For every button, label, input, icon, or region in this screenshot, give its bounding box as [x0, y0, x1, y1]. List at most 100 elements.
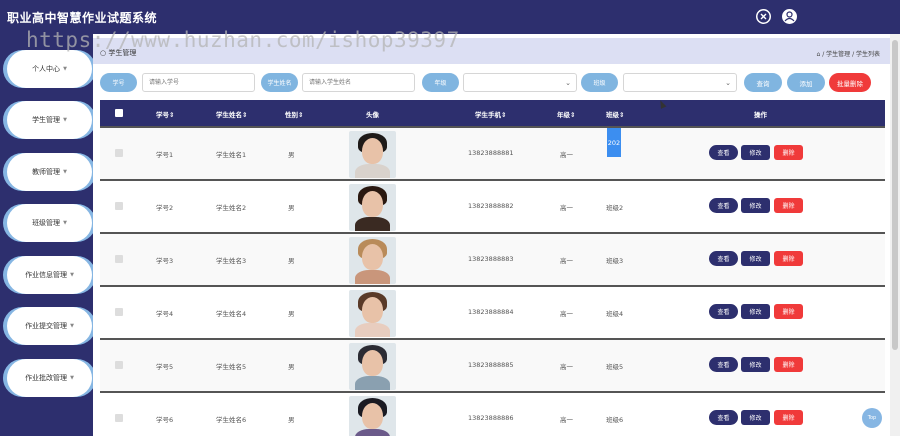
- sidebar-item-label: 个人中心: [32, 65, 61, 73]
- header-name[interactable]: 学生姓名⇕: [216, 109, 247, 119]
- gender-cell: 男: [288, 151, 295, 159]
- avatar: [349, 184, 396, 231]
- sidebar-item-label: 班级管理: [32, 219, 61, 227]
- phone-cell: 13823888886: [468, 414, 514, 422]
- sidebar-item-classes[interactable]: 班级管理 ▼: [7, 204, 92, 242]
- delete-button[interactable]: 删除: [774, 410, 803, 425]
- table-row: 学号6 学生姓名6 男 13823888886 高一 班级6 查看 修改 删除: [100, 391, 885, 436]
- header-grade[interactable]: 年级⇕: [557, 109, 575, 119]
- row-checkbox[interactable]: [115, 414, 123, 422]
- edit-button[interactable]: 修改: [741, 198, 770, 213]
- student-no-cell: 学号6: [156, 416, 174, 424]
- table-header: 学号⇕ 学生姓名⇕ 性别⇕ 头像 学生手机⇕ 年级⇕ 班级⇕ 操作: [100, 100, 885, 126]
- chevron-down-icon: ▼: [63, 220, 67, 226]
- delete-button[interactable]: 删除: [774, 304, 803, 319]
- user-icon[interactable]: [782, 9, 797, 24]
- avatar: [349, 343, 396, 390]
- table-row: 学号4 学生姓名4 男 13823888884 高一 班级4 查看 修改 删除: [100, 285, 885, 338]
- phone-cell: 13823888882: [468, 202, 514, 210]
- sidebar-item-personal[interactable]: 个人中心 ▼: [7, 50, 92, 88]
- sidebar-item-label: 教师管理: [32, 168, 61, 176]
- batch-delete-button[interactable]: 批量删除: [829, 73, 871, 92]
- edit-button[interactable]: 修改: [741, 251, 770, 266]
- class-cell: 班级5: [606, 363, 624, 371]
- breadcrumb: ○ 学生管理 ⌂ / 学生管理 / 学生列表: [93, 38, 890, 64]
- chevron-down-icon: ▼: [70, 323, 74, 329]
- view-button[interactable]: 查看: [709, 198, 738, 213]
- app-title: 职业高中智慧作业试题系统: [7, 11, 158, 25]
- sidebar-item-teachers[interactable]: 教师管理 ▼: [7, 153, 92, 191]
- view-button[interactable]: 查看: [709, 410, 738, 425]
- table-row: 学号1 学生姓名1 男 13823888881 高一 202 查看 修改 删除: [100, 126, 885, 179]
- view-button[interactable]: 查看: [709, 251, 738, 266]
- student-no-cell: 学号1: [156, 151, 174, 159]
- delete-button[interactable]: 删除: [774, 251, 803, 266]
- class-cell-selected[interactable]: 202: [607, 128, 621, 157]
- student-name-input[interactable]: [302, 73, 415, 92]
- delete-button[interactable]: 删除: [774, 357, 803, 372]
- student-no-cell: 学号3: [156, 257, 174, 265]
- scrollbar-thumb[interactable]: [892, 40, 898, 350]
- breadcrumb-path: ⌂ / 学生管理 / 学生列表: [816, 51, 881, 58]
- student-no-cell: 学号4: [156, 310, 174, 318]
- sidebar-item-homework-grading[interactable]: 作业批改管理 ▼: [7, 359, 92, 397]
- phone-cell: 13823888881: [468, 149, 514, 157]
- gender-cell: 男: [288, 363, 295, 371]
- sidebar-item-homework-submit[interactable]: 作业提交管理 ▼: [7, 307, 92, 345]
- view-button[interactable]: 查看: [709, 357, 738, 372]
- row-checkbox[interactable]: [115, 308, 123, 316]
- gender-cell: 男: [288, 310, 295, 318]
- add-button[interactable]: 添加: [787, 73, 825, 92]
- row-checkbox[interactable]: [115, 361, 123, 369]
- back-to-top-button[interactable]: Top: [862, 408, 882, 428]
- query-button[interactable]: 查询: [744, 73, 782, 92]
- header-gender[interactable]: 性别⇕: [285, 109, 303, 119]
- student-no-cell: 学号5: [156, 363, 174, 371]
- student-name-cell: 学生姓名5: [216, 363, 247, 371]
- sidebar-item-homework-info[interactable]: 作业信息管理 ▼: [7, 256, 92, 294]
- chevron-down-icon: ▼: [63, 117, 67, 123]
- phone-cell: 13823888883: [468, 255, 514, 263]
- sidebar-item-students[interactable]: 学生管理 ▼: [7, 101, 92, 139]
- edit-button[interactable]: 修改: [741, 145, 770, 160]
- row-checkbox[interactable]: [115, 202, 123, 210]
- home-icon[interactable]: ⌂: [817, 51, 821, 58]
- chevron-down-icon: ⌄: [565, 79, 571, 87]
- grade-cell: 高一: [560, 310, 573, 318]
- avatar: [349, 396, 396, 436]
- delete-button[interactable]: 删除: [774, 198, 803, 213]
- header-avatar: 头像: [366, 111, 379, 119]
- edit-button[interactable]: 修改: [741, 304, 770, 319]
- view-button[interactable]: 查看: [709, 145, 738, 160]
- gender-cell: 男: [288, 416, 295, 424]
- student-name-cell: 学生姓名6: [216, 416, 247, 424]
- edit-button[interactable]: 修改: [741, 357, 770, 372]
- class-select[interactable]: ⌄: [623, 73, 737, 92]
- close-icon[interactable]: [756, 9, 771, 24]
- edit-button[interactable]: 修改: [741, 410, 770, 425]
- class-cell: 班级6: [606, 416, 624, 424]
- row-checkbox[interactable]: [115, 255, 123, 263]
- grade-cell: 高一: [560, 204, 573, 212]
- header-phone[interactable]: 学生手机⇕: [475, 109, 506, 119]
- select-all-checkbox[interactable]: [115, 109, 123, 117]
- row-checkbox[interactable]: [115, 149, 123, 157]
- header-no[interactable]: 学号⇕: [156, 109, 174, 119]
- header-class[interactable]: 班级⇕: [606, 109, 624, 119]
- grade-select[interactable]: ⌄: [463, 73, 577, 92]
- delete-button[interactable]: 删除: [774, 145, 803, 160]
- sidebar-item-label: 作业提交管理: [25, 322, 68, 330]
- avatar: [349, 290, 396, 337]
- grade-label: 年级: [422, 73, 459, 92]
- main-panel: ○ 学生管理 ⌂ / 学生管理 / 学生列表 学号 学生姓名 年级 ⌄ 班级 ⌄…: [93, 34, 890, 436]
- table-row: 学号5 学生姓名5 男 13823888885 高一 班级5 查看 修改 删除: [100, 338, 885, 391]
- student-table: 学号⇕ 学生姓名⇕ 性别⇕ 头像 学生手机⇕ 年级⇕ 班级⇕ 操作 学号1 学生…: [100, 100, 885, 436]
- view-button[interactable]: 查看: [709, 304, 738, 319]
- top-bar: 职业高中智慧作业试题系统: [0, 0, 900, 34]
- class-label: 班级: [581, 73, 618, 92]
- student-no-input[interactable]: [142, 73, 255, 92]
- student-name-cell: 学生姓名1: [216, 151, 247, 159]
- table-body: 学号1 学生姓名1 男 13823888881 高一 202 查看 修改 删除 …: [100, 126, 885, 436]
- student-name-cell: 学生姓名4: [216, 310, 247, 318]
- class-cell: 班级3: [606, 257, 624, 265]
